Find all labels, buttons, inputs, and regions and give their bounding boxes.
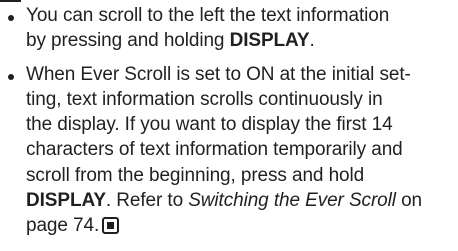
note-line: . Refer to	[105, 190, 189, 212]
note-line: .	[309, 30, 315, 52]
section-rule-mark	[0, 0, 21, 2]
display-button-name: DISPLAY	[229, 30, 310, 52]
list-item: When Ever Scroll is set to ON at the ini…	[0, 62, 458, 239]
cross-reference-title: Switching the Ever Scroll	[188, 190, 396, 212]
list-item: You can scroll to the left the text info…	[0, 3, 458, 54]
note-line: characters of text information temporari…	[26, 139, 403, 161]
notes-list: You can scroll to the left the text info…	[0, 3, 458, 239]
display-button-name: DISPLAY	[26, 190, 106, 212]
note-line: by pressing and holding	[26, 30, 230, 52]
note-line: When Ever Scroll is set to ON at the ini…	[26, 63, 411, 85]
note-text: You can scroll to the left the text info…	[26, 3, 458, 54]
note-line: You can scroll to the left the text info…	[26, 5, 390, 26]
note-line: ting, text information scrolls continuou…	[26, 88, 383, 110]
page-reference: page 74.	[26, 215, 100, 237]
bullet-icon	[8, 73, 14, 80]
end-of-section-icon	[102, 217, 120, 235]
note-line: the display. If you want to display the …	[26, 114, 393, 136]
bullet-icon	[8, 15, 14, 21]
note-line: on	[395, 190, 423, 212]
note-line: scroll from the beginning, press and hol…	[26, 164, 365, 186]
note-text: When Ever Scroll is set to ON at the ini…	[26, 62, 458, 239]
